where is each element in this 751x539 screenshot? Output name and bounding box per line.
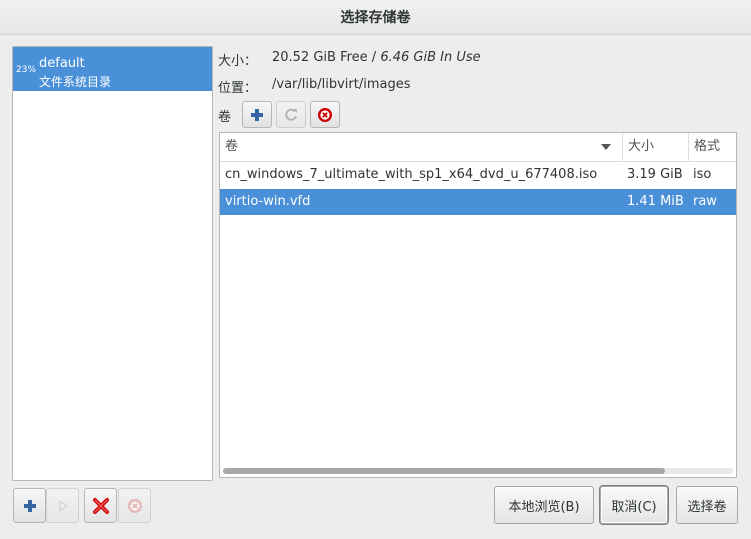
cancel-button[interactable]: 取消(C) [600,486,668,524]
stop-pool-button[interactable] [118,488,151,523]
size-inuse-value: 6.46 GiB In Use [380,50,481,65]
location-label: 位置： [218,81,258,96]
delete-volume-button[interactable] [310,101,340,128]
add-volume-button[interactable] [242,101,272,128]
table-row[interactable]: cn_windows_7_ultimate_with_sp1_x64_dvd_u… [220,162,736,188]
pool-type: 文件系统目录 [39,75,112,89]
size-label: 大小： [218,54,258,69]
column-header-format[interactable]: 格式 [688,133,736,161]
volume-name-cell: virtio-win.vfd [225,194,311,209]
refresh-icon [285,108,297,121]
volume-name-cell: cn_windows_7_ultimate_with_sp1_x64_dvd_u… [225,167,598,182]
pool-usage-percent: 23% [16,65,37,75]
plus-icon [251,108,263,121]
location-value: /var/lib/libvirt/images [272,77,411,92]
pool-item-default[interactable]: 23% default 文件系统目录 [13,47,212,91]
scrollbar-thumb[interactable] [223,468,665,474]
table-row[interactable]: virtio-win.vfd 1.41 MiB raw [220,189,736,215]
delete-pool-button[interactable] [84,488,117,523]
play-icon [59,499,68,512]
browse-local-button[interactable]: 本地浏览(B) [494,486,594,524]
column-header-size[interactable]: 大小 [622,133,688,161]
delete-x-icon [92,497,109,514]
pool-name: default [39,56,85,71]
dialog-titlebar: 选择存储卷 [0,0,751,35]
choose-volume-button[interactable]: 选择卷 [676,486,738,524]
pool-location-row: 位置： /var/lib/libvirt/images [218,77,411,96]
plus-icon [23,499,36,512]
horizontal-scrollbar[interactable] [223,468,733,474]
size-free-value: 20.52 GiB Free / [272,50,381,65]
stop-delete-icon [318,107,332,122]
volume-format-cell: iso [693,167,712,182]
volume-size-cell: 3.19 GiB [627,167,683,182]
volumes-table[interactable]: 卷 大小 格式 cn_windows_7_ultimate_with_sp1_x… [219,132,737,478]
column-header-volume[interactable]: 卷 [220,133,622,161]
volume-format-cell: raw [693,194,717,209]
stop-icon [127,498,142,513]
add-pool-button[interactable] [13,488,46,523]
start-pool-button[interactable] [46,488,79,523]
sort-descending-icon [601,144,611,150]
volumes-label: 卷 [218,110,232,125]
dialog-title: 选择存储卷 [340,10,411,26]
pool-size-row: 大小： 20.52 GiB Free / 6.46 GiB In Use [218,50,481,69]
volume-size-cell: 1.41 MiB [627,194,684,209]
storage-pool-list[interactable]: 23% default 文件系统目录 [12,46,213,481]
refresh-volumes-button[interactable] [276,101,306,128]
table-header: 卷 大小 格式 [220,133,736,162]
